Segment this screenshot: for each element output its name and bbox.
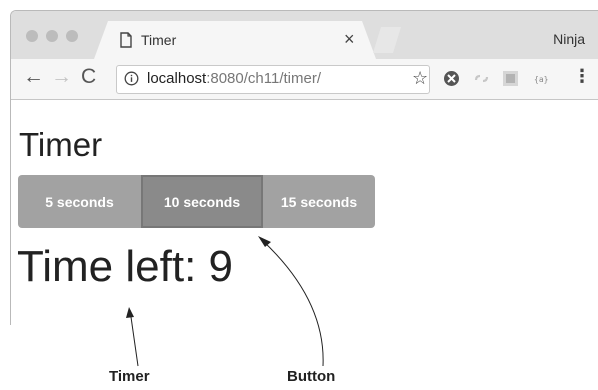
forward-button[interactable]: → — [51, 65, 72, 89]
json-extension-icon[interactable]: {a} — [533, 70, 550, 87]
bookmark-star-icon[interactable]: ☆ — [412, 68, 428, 89]
link-extension-icon[interactable] — [473, 70, 490, 87]
close-tab-icon[interactable]: × — [344, 29, 355, 50]
timer-callout-label: Timer — [109, 368, 150, 385]
profile-name[interactable]: Ninja — [553, 31, 585, 47]
browser-menu-icon[interactable]: ⋮ — [573, 66, 591, 87]
time-left-display: Time left: 9 — [17, 242, 233, 291]
grid-extension-icon[interactable] — [502, 70, 519, 87]
info-icon[interactable] — [124, 71, 139, 86]
page-title: Timer — [19, 126, 103, 163]
browser-toolbar: ← → C localhost:8080/ch11/timer/ ☆ {a} ⋮ — [11, 59, 598, 100]
tab-title: Timer — [141, 32, 177, 48]
tab-timer[interactable] — [94, 21, 376, 59]
new-tab-button[interactable] — [373, 27, 401, 53]
address-bar[interactable]: localhost:8080/ch11/timer/ ☆ — [116, 65, 430, 94]
zoom-window-button[interactable] — [66, 30, 78, 42]
tab-strip: Timer × Ninja — [11, 11, 598, 59]
url-path: :8080/ch11/timer/ — [206, 70, 321, 87]
blocker-extension-icon[interactable] — [443, 70, 460, 87]
page-icon — [120, 32, 132, 48]
five-seconds-button[interactable]: 5 seconds — [18, 175, 141, 228]
minimize-window-button[interactable] — [46, 30, 58, 42]
svg-text:{a}: {a} — [534, 75, 548, 84]
url-text: localhost:8080/ch11/timer/ — [147, 70, 321, 87]
back-button[interactable]: ← — [23, 65, 44, 89]
timer-button-group: 5 seconds 10 seconds 15 seconds — [18, 175, 375, 228]
fifteen-seconds-button[interactable]: 15 seconds — [263, 175, 375, 228]
url-host: localhost — [147, 70, 207, 87]
ten-seconds-button[interactable]: 10 seconds — [141, 175, 263, 228]
close-window-button[interactable] — [26, 30, 38, 42]
button-callout-label: Button — [287, 368, 336, 385]
reload-button[interactable]: C — [81, 65, 96, 89]
